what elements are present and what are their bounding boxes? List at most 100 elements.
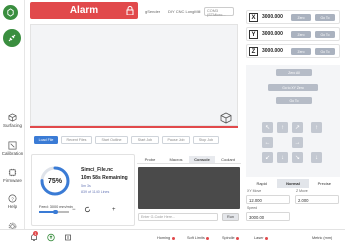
dro-row-z: Z 3000.000 Zero Go To (246, 44, 340, 58)
sidebar-item-label: Firmware (3, 178, 22, 183)
feed-slider-handle[interactable] (53, 209, 58, 214)
svg-text:?: ? (11, 196, 14, 201)
jog-right-button[interactable]: → (292, 137, 303, 148)
go-to-button[interactable]: Go To (276, 97, 312, 104)
connection-icon[interactable] (3, 29, 21, 47)
dro-row-y: Y 3000.000 Zero Go To (246, 27, 340, 41)
gcode-input[interactable]: Enter G-Code Here... (138, 213, 218, 221)
zero-x-button[interactable]: Zero (291, 14, 311, 21)
status-bar: 1 Homing Soft Limits Spindle Laser Metri… (0, 229, 345, 245)
status-label: Laser (254, 236, 264, 240)
tool-tabs: Probe Macros Console Coolant (137, 156, 241, 164)
goto-y-button[interactable]: Go To (315, 31, 335, 38)
xy-move-input[interactable]: 12.000 (246, 195, 290, 204)
xy-move-label: XY Move (247, 189, 262, 193)
job-toolbar: Load File Recent Files Start Outline Sta… (34, 136, 239, 146)
calibration-icon (8, 141, 17, 150)
start-outline-button[interactable]: Start Outline (95, 136, 128, 144)
zero-y-button[interactable]: Zero (291, 31, 311, 38)
axis-label: Z (249, 47, 258, 56)
status-dot (265, 236, 268, 240)
goto-z-button[interactable]: Go To (315, 48, 335, 55)
reset-icon[interactable] (84, 206, 91, 213)
progress-percent: 75% (47, 177, 62, 185)
sidebar-item-label: Surfacing (2, 123, 22, 128)
sidebar-item-help[interactable]: ? Help (0, 194, 25, 209)
jog-z-up-button[interactable]: ↑ (311, 122, 322, 133)
recent-files-button[interactable]: Recent Files (61, 136, 92, 144)
download-icon[interactable] (64, 233, 72, 242)
lines-progress: 839 of 1140 Lines (81, 190, 110, 194)
speed-input[interactable]: 3000.00 (246, 212, 290, 221)
console-output[interactable] (138, 167, 240, 209)
sidebar-item-firmware[interactable]: Firmware (0, 168, 25, 183)
axis-value[interactable]: 3000.000 (262, 31, 283, 37)
file-name: Simci_File.nc (81, 167, 113, 173)
speed-rapid-tab[interactable]: Rapid (246, 179, 277, 188)
pause-job-button[interactable]: Pause Job (162, 136, 190, 144)
run-button[interactable]: Run (222, 213, 239, 221)
sidebar: Surfacing Calibration Firmware ? Help Se… (0, 0, 25, 245)
elapsed-time: 5m 3s (81, 184, 91, 188)
sidebar-item-calibration[interactable]: Calibration (0, 141, 25, 156)
visualizer-divider (30, 126, 238, 128)
tab-console[interactable]: Console (189, 156, 215, 163)
speed-precise-tab[interactable]: Precise (309, 179, 340, 188)
lock-icon[interactable] (126, 6, 134, 15)
homing-status: Homing (157, 236, 175, 240)
sidebar-item-label: Help (7, 204, 18, 209)
feed-slider[interactable] (39, 209, 69, 214)
jog-z-down-button[interactable]: ↓ (311, 152, 322, 163)
visualizer[interactable] (30, 24, 238, 126)
port-select[interactable]: COM3 (STMicro... (204, 7, 234, 17)
sidebar-item-label: Calibration (1, 151, 24, 156)
progress-ring: 75% (39, 165, 71, 197)
status-dot (236, 236, 240, 240)
z-move-input[interactable]: 2.000 (295, 195, 339, 204)
chip-icon (8, 168, 17, 177)
tab-coolant[interactable]: Coolant (215, 156, 241, 163)
cube-icon (8, 113, 17, 122)
goto-xy-zero-button[interactable]: Go to XY Zero (268, 84, 318, 91)
feed-decrease-button[interactable]: − (72, 207, 76, 213)
goto-x-button[interactable]: Go To (315, 14, 335, 21)
laser-status: Laser (254, 236, 268, 240)
sidebar-item-surfacing[interactable]: Surfacing (0, 113, 25, 128)
jog-up-button[interactable]: ↑ (277, 122, 288, 133)
status-dot (171, 236, 175, 240)
logo-icon (3, 5, 18, 20)
view-cube-icon[interactable] (220, 112, 232, 124)
status-dot (206, 236, 210, 240)
axis-value[interactable]: 3000.000 (262, 48, 283, 54)
feed-increase-button[interactable]: + (112, 207, 116, 213)
tab-macros[interactable]: Macros (163, 156, 189, 163)
speed-normal-tab[interactable]: Normal (277, 179, 309, 188)
spindle-status: Spindle (222, 236, 240, 240)
jog-up-right-button[interactable]: ↗ (292, 122, 303, 133)
feed-label: Feed: 3000 mm/min (39, 205, 73, 209)
stop-job-button[interactable]: Stop Job (193, 136, 219, 144)
axis-label: X (249, 13, 258, 22)
zero-z-button[interactable]: Zero (291, 48, 311, 55)
jog-down-left-button[interactable]: ↙ (262, 152, 273, 163)
jog-up-left-button[interactable]: ↖ (262, 122, 273, 133)
jog-left-button[interactable]: ← (262, 137, 273, 148)
alarm-header[interactable]: Alarm (30, 2, 138, 19)
jog-panel: Zero All Go to XY Zero Go To ↖ ↑ ↗ ↑ ← →… (246, 65, 340, 177)
speed-label: Speed (247, 206, 258, 210)
status-label: Spindle (222, 236, 235, 240)
units-status: Metric (mm) (312, 236, 333, 240)
upload-icon[interactable] (47, 233, 55, 242)
jog-down-right-button[interactable]: ↘ (292, 152, 303, 163)
status-label: Homing (157, 236, 171, 240)
axis-label: Y (249, 30, 258, 39)
status-label: Soft Limits (187, 236, 205, 240)
jog-down-button[interactable]: ↓ (277, 152, 288, 163)
zero-all-button[interactable]: Zero All (276, 69, 312, 76)
tab-probe[interactable]: Probe (137, 156, 163, 163)
start-job-button[interactable]: Start Job (131, 136, 159, 144)
alarm-title: Alarm (69, 5, 99, 16)
app-name: gSender (145, 9, 161, 14)
axis-value[interactable]: 3000.000 (262, 14, 283, 20)
load-file-button[interactable]: Load File (34, 136, 58, 144)
